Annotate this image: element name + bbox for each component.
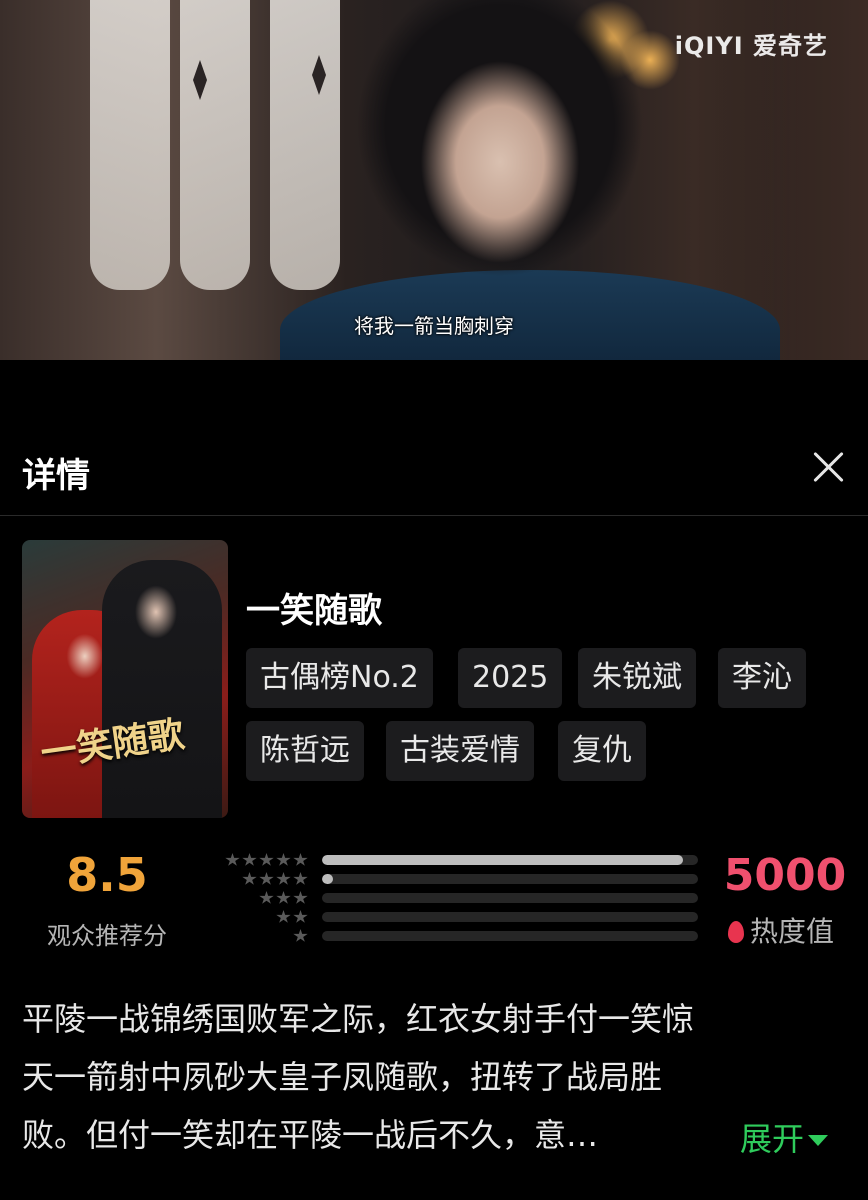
star-icon [293, 853, 308, 866]
description-line: 天一箭射中夙砂大皇子凤随歌，扭转了战局胜 [22, 1058, 663, 1096]
star-icon [293, 891, 308, 904]
star-icon [242, 872, 257, 885]
show-description: 平陵一战锦绣国败军之际，红衣女射手付一笑惊 天一箭射中夙砂大皇子凤随歌，扭转了战… [22, 990, 842, 1164]
star-icon [293, 910, 308, 923]
background-screen-panel [90, 0, 170, 290]
star-row-3 [222, 891, 308, 905]
heat-value: 5000 [723, 850, 847, 901]
flame-icon [728, 921, 744, 943]
show-title: 一笑随歌 [246, 591, 382, 631]
poster-actor [102, 560, 222, 818]
tag-actor[interactable]: 朱锐斌 [578, 648, 696, 708]
rating-bar-fill [322, 855, 683, 865]
star-row-5 [222, 853, 308, 867]
star-icon [293, 929, 308, 942]
tag-actor[interactable]: 陈哲远 [246, 721, 364, 781]
expand-label: 展开 [740, 1120, 805, 1158]
star-row-2 [222, 910, 308, 924]
caret-down-icon [808, 1135, 829, 1146]
show-poster[interactable]: 一笑随歌 [22, 540, 228, 818]
rating-bar-5 [322, 855, 698, 865]
star-row-4 [222, 872, 308, 886]
star-icon [259, 872, 274, 885]
tag-ranking[interactable]: 古偶榜No.2 [246, 648, 433, 708]
tag-actress[interactable]: 李沁 [718, 648, 806, 708]
rating-bar-1 [322, 931, 698, 941]
tag-genre[interactable]: 古装爱情 [386, 721, 534, 781]
actor-figure [330, 0, 670, 360]
star-icon [242, 853, 257, 866]
page-title: 详情 [22, 456, 90, 496]
star-icon [276, 872, 291, 885]
audience-score: 8.5 [66, 848, 148, 902]
star-row-1 [222, 929, 308, 943]
star-icon [225, 853, 240, 866]
background-screen-panel [180, 0, 250, 290]
star-icon [276, 891, 291, 904]
close-icon[interactable] [812, 450, 846, 484]
rating-bar-fill [322, 874, 334, 884]
star-icon [276, 910, 291, 923]
expand-button[interactable]: 展开 [740, 1110, 829, 1168]
detail-header: 详情 [0, 420, 868, 516]
tag-theme[interactable]: 复仇 [558, 721, 646, 781]
description-line: 败。但付一笑却在平陵一战后不久，意… [22, 1116, 599, 1154]
rating-bar-3 [322, 893, 698, 903]
video-player[interactable]: iQIYI 爱奇艺 将我一箭当胸刺穿 [0, 0, 868, 360]
heat-label-group: 热度值 [728, 910, 834, 950]
audience-score-label: 观众推荐分 [47, 922, 167, 950]
tag-year[interactable]: 2025 [458, 648, 563, 708]
star-icon [293, 872, 308, 885]
star-icon [259, 891, 274, 904]
rating-bar-2 [322, 912, 698, 922]
video-subtitle: 将我一箭当胸刺穿 [354, 314, 514, 338]
description-line: 平陵一战锦绣国败军之际，红衣女射手付一笑惊 [22, 1000, 695, 1038]
rating-bar-4 [322, 874, 698, 884]
heat-label: 热度值 [750, 915, 835, 948]
iqiyi-watermark: iQIYI 爱奇艺 [674, 32, 828, 60]
star-icon [259, 853, 274, 866]
star-icon [276, 853, 291, 866]
